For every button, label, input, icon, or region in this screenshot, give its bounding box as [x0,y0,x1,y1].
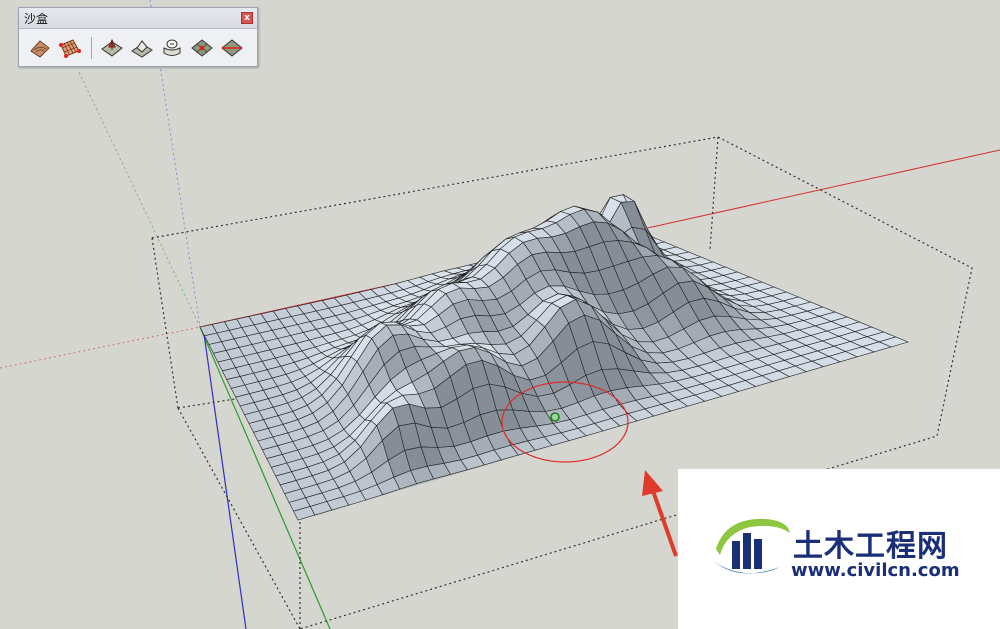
sandbox-toolbar[interactable]: 沙盒 x [18,7,258,67]
annotation-arrow [642,470,678,557]
watermark-url: www.civilcn.com [791,560,960,581]
drape-tool-icon[interactable] [159,35,185,61]
flip-edge-tool-icon[interactable] [219,35,245,61]
from-scratch-tool-icon[interactable] [57,35,83,61]
toolbar-separator [91,37,92,59]
civilcn-logo-icon [712,518,790,574]
toolbar-title-bar[interactable]: 沙盒 x [19,8,257,29]
add-detail-tool-icon[interactable] [189,35,215,61]
smoove-tool-icon[interactable] [99,35,125,61]
from-contours-tool-icon[interactable] [27,35,53,61]
watermark-logo: 土木工程网 www.civilcn.com [678,469,1000,629]
smoove-cursor-point [550,412,560,422]
green-axis-dotted [77,69,201,328]
red-axis-dotted [0,326,201,369]
toolbar-title: 沙盒 [24,12,49,26]
watermark-site-name: 土木工程网 [793,529,948,564]
close-button[interactable]: x [241,12,253,24]
stamp-tool-icon[interactable] [129,35,155,61]
